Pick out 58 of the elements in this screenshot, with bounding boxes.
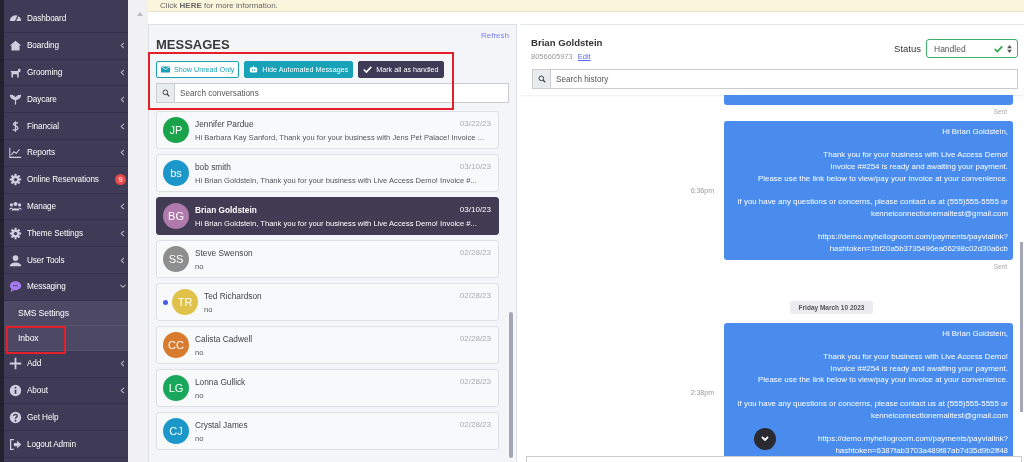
message-date: 03/10/23 [459, 161, 491, 172]
contact-name: Crystal James [195, 419, 248, 430]
info-icon [9, 383, 22, 397]
help-icon [9, 410, 22, 424]
scrollbar[interactable] [509, 312, 513, 458]
message-date: 02/28/23 [459, 333, 491, 344]
message-date: 02/28/23 [459, 247, 491, 258]
avatar: LG [163, 375, 189, 401]
robot-icon [249, 65, 259, 74]
scroll-up-icon[interactable] [137, 12, 143, 16]
sidebar-subitem[interactable]: SMS Settings [4, 300, 128, 326]
search-field[interactable]: Search history [550, 69, 1018, 89]
status-label: Status [894, 43, 921, 54]
chevron-down-icon [761, 436, 769, 442]
avatar: TR [172, 289, 198, 315]
message-date: 02/28/23 [459, 376, 491, 387]
contact-name: Brian Goldstein [530, 37, 603, 48]
status-dropdown[interactable]: Handled [926, 39, 1018, 58]
search-field[interactable]: Search conversations [174, 83, 509, 103]
contact-name: Steve Swenson [195, 247, 253, 258]
avatar: JP [163, 117, 189, 143]
highlight-frame [6, 326, 66, 354]
user-icon [9, 253, 22, 267]
info-banner-text: Click HERE for more information. [160, 1, 278, 10]
search-icon [537, 75, 546, 83]
avatar: SS [163, 246, 189, 272]
contact-name: Brian Goldstein [195, 204, 257, 215]
sign-out-icon [9, 437, 22, 451]
house-icon [9, 39, 22, 53]
contact-name: Lonna Gullick [195, 376, 246, 387]
message-date: 02/28/23 [459, 419, 491, 430]
gear-icon [9, 226, 22, 240]
check-icon [363, 65, 373, 74]
chat-bubble-icon [9, 280, 22, 294]
avatar: bs [163, 160, 189, 186]
count-badge: 9 [115, 174, 126, 186]
dog-icon [9, 66, 22, 79]
users-icon [9, 199, 22, 213]
message-date: 02/28/23 [459, 290, 491, 301]
contact-name: Calista Cadwell [195, 333, 253, 344]
avatar: BG [163, 203, 189, 229]
contact-name: bob smith [195, 161, 231, 172]
panel-title: MESSAGES [156, 37, 230, 52]
avatar: CC [163, 332, 189, 358]
message-date: 03/22/23 [459, 118, 491, 129]
gear-icon [9, 173, 22, 187]
search-icon [161, 89, 170, 97]
contact-name: Jennifer Pardue [195, 118, 254, 129]
envelope-icon [161, 65, 170, 74]
avatar: CJ [163, 418, 189, 444]
contact-name: Ted Richardson [204, 290, 262, 301]
sort-arrows-icon [1007, 44, 1012, 53]
chart-icon [9, 146, 22, 160]
plus-icon [9, 357, 22, 371]
sprout-icon [9, 92, 22, 106]
scrollbar[interactable] [1020, 242, 1023, 412]
sidebar-item[interactable]: Online Reservations 9 [4, 166, 128, 194]
message-date: 03/10/23 [459, 204, 491, 215]
